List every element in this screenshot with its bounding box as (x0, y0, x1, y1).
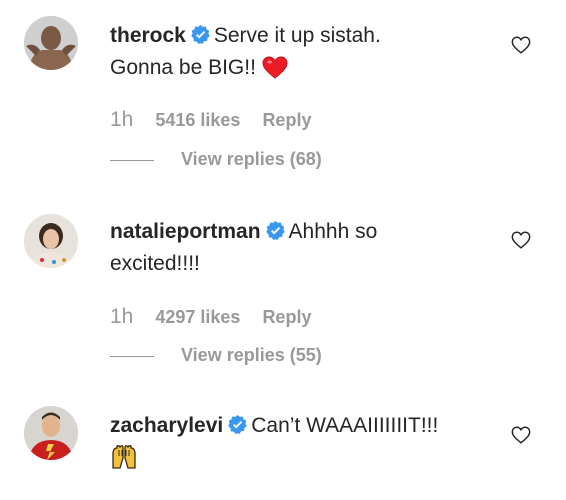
view-replies-label: View replies (55) (181, 345, 322, 365)
view-replies-button[interactable]: View replies (68) (110, 149, 322, 170)
comment-body: Can’t WAAAIIIIIIIT!!! (251, 414, 439, 437)
verified-badge-icon (228, 415, 248, 434)
reply-button[interactable]: Reply (262, 307, 311, 327)
divider-line (110, 159, 154, 161)
avatar-therock[interactable] (24, 16, 78, 70)
avatar-image (24, 406, 78, 460)
timestamp: 1h (110, 108, 134, 131)
verified-badge-icon (265, 221, 285, 240)
likes-count[interactable]: 4297 likes (155, 307, 240, 327)
view-replies-button[interactable]: View replies (55) (110, 345, 322, 366)
comment-text: zacharylevi Can’t WAAAIIIIIIIT!!! (110, 410, 480, 480)
username[interactable]: therock (110, 24, 186, 47)
avatar-zacharylevi[interactable] (24, 406, 78, 460)
username[interactable]: natalieportman (110, 220, 261, 243)
avatar-image (24, 214, 78, 268)
username[interactable]: zacharylevi (110, 414, 223, 437)
like-heart-icon[interactable] (510, 229, 532, 251)
likes-count[interactable]: 5416 likes (155, 110, 240, 130)
comment-meta: 1h 5416 likes Reply (110, 108, 311, 132)
comment-body-cont: excited!!!! (110, 252, 200, 275)
comment-meta: 1h 4297 likes Reply (110, 305, 311, 329)
comment-body-cont: Gonna be BIG!! (110, 56, 256, 79)
raising-hands-emoji (110, 444, 138, 480)
avatar-image (24, 16, 78, 70)
view-replies-label: View replies (68) (181, 149, 322, 169)
divider-line (110, 355, 154, 357)
comment-text: therock Serve it up sistah. Gonna be BIG!… (110, 20, 480, 90)
timestamp: 1h (110, 305, 134, 328)
verified-badge-icon (191, 25, 210, 44)
comment-body: Ahhhh so (288, 220, 378, 243)
comment-body: Serve it up sistah. (213, 24, 381, 47)
avatar-natalieportman[interactable] (24, 214, 78, 268)
red-heart-emoji (262, 56, 288, 90)
like-heart-icon[interactable] (510, 34, 532, 56)
like-heart-icon[interactable] (510, 424, 532, 446)
comment-text: natalieportman Ahhhh so excited!!!! (110, 216, 480, 280)
reply-button[interactable]: Reply (262, 110, 311, 130)
